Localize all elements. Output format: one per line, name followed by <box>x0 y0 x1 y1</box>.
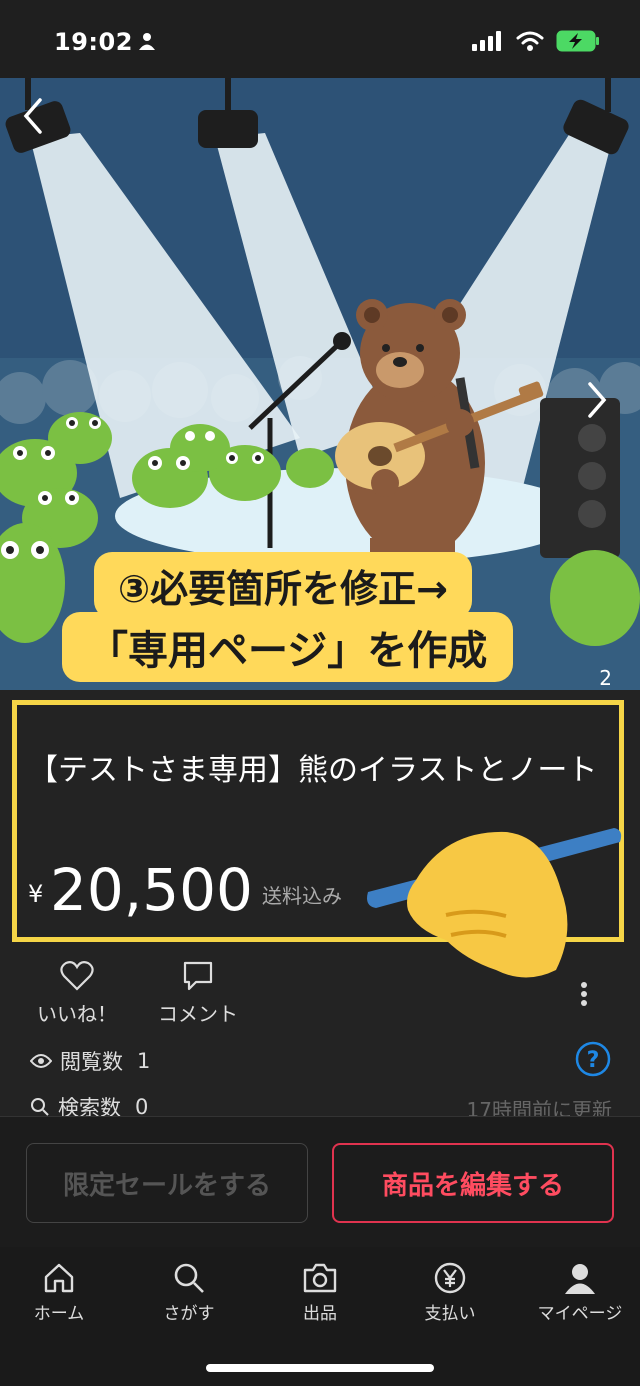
tab-search[interactable]: さがす <box>134 1261 244 1324</box>
tab-sell-label: 出品 <box>303 1304 337 1324</box>
yen-icon <box>434 1262 466 1294</box>
search-small-icon <box>31 1098 49 1116</box>
help-icon[interactable]: ? <box>574 1040 612 1078</box>
home-icon <box>44 1263 74 1293</box>
tab-search-label: さがす <box>163 1304 215 1324</box>
home-indicator <box>206 1364 434 1372</box>
like-label: いいね！ <box>37 1002 117 1026</box>
tab-home[interactable]: ホーム <box>4 1261 114 1324</box>
tab-home-label: ホーム <box>33 1304 85 1324</box>
heart-icon <box>60 961 94 991</box>
next-chevron-icon[interactable] <box>582 380 612 420</box>
currency-symbol: ¥ <box>28 880 44 908</box>
status-bar: 19:02 <box>0 0 640 78</box>
camera-icon <box>303 1263 337 1293</box>
person-icon <box>565 1264 595 1294</box>
annotation-callout-line-1: ③必要箇所を修正→ <box>94 552 473 619</box>
views-label: 閲覧数 <box>60 1050 123 1074</box>
comment-button[interactable]: コメント <box>148 960 248 1027</box>
comment-label: コメント <box>158 1002 238 1026</box>
back-chevron-icon[interactable] <box>18 96 48 136</box>
search-icon <box>174 1263 204 1293</box>
svg-text:?: ? <box>587 1048 600 1073</box>
tab-sell[interactable]: 出品 <box>265 1261 375 1324</box>
views-stat: 閲覧数 1 <box>30 1046 150 1076</box>
signal-icon <box>472 31 501 51</box>
eye-icon <box>30 1054 52 1068</box>
edit-item-button[interactable]: 商品を編集する <box>332 1143 614 1223</box>
annotation-callout-line-2: 「専用ページ」を作成 <box>62 612 514 682</box>
person-status-icon <box>139 33 155 50</box>
tab-payment[interactable]: 支払い <box>395 1261 505 1324</box>
tab-mypage[interactable]: マイページ <box>525 1261 635 1324</box>
wifi-icon <box>516 31 544 51</box>
product-title: 【テストさま専用】熊のイラストとノート <box>28 753 598 788</box>
shipping-note: 送料込み <box>262 884 342 908</box>
comment-icon <box>183 961 213 991</box>
writing-hand-icon <box>367 828 622 978</box>
battery-icon <box>556 30 599 52</box>
more-options-icon[interactable] <box>572 980 596 1008</box>
views-count: 1 <box>137 1049 151 1073</box>
product-price: 20,500 <box>50 856 253 924</box>
image-page-indicator: 2 <box>599 666 612 690</box>
limited-sale-button[interactable]: 限定セールをする <box>26 1143 308 1223</box>
tab-mypage-label: マイページ <box>537 1304 623 1324</box>
tab-payment-label: 支払い <box>424 1304 476 1324</box>
like-button[interactable]: いいね！ <box>30 960 124 1027</box>
status-time: 19:02 <box>54 28 133 56</box>
